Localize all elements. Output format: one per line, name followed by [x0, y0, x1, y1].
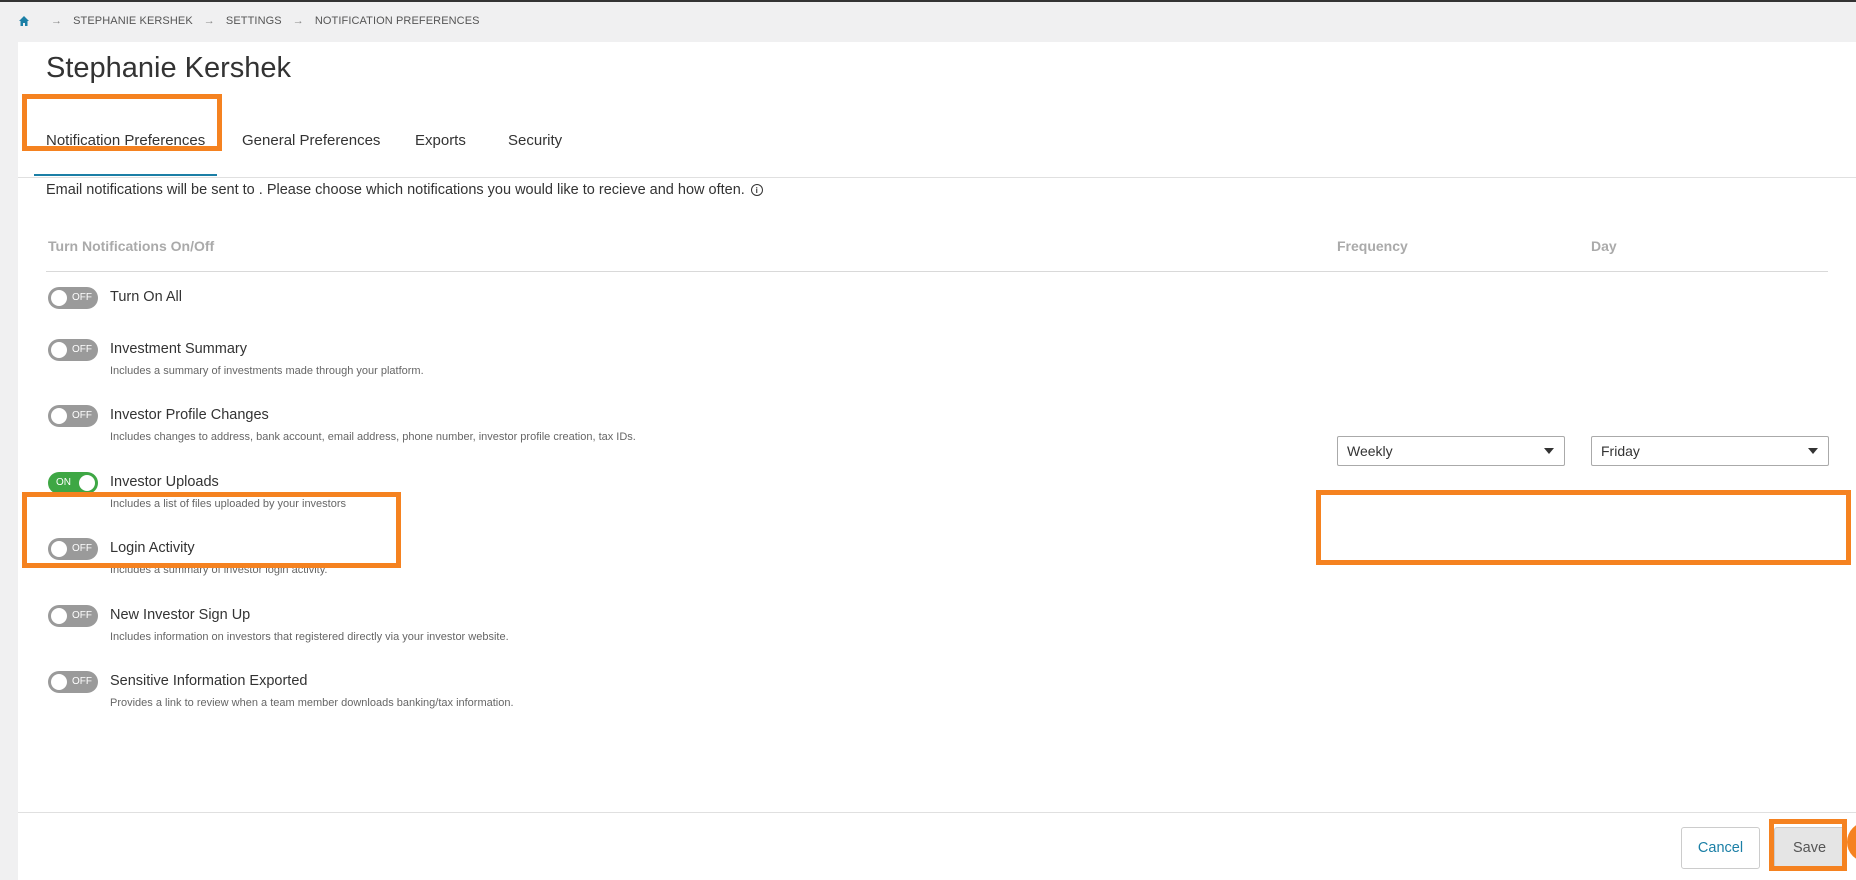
toggle-knob: [51, 290, 67, 306]
toggle-knob: [79, 475, 95, 491]
caret-down-icon: [1544, 448, 1554, 454]
toggle-state: OFF: [72, 292, 92, 303]
toggle-state: OFF: [72, 676, 92, 687]
frequency-value: Weekly: [1347, 443, 1393, 459]
breadcrumb-item-current: NOTIFICATION PREFERENCES: [314, 15, 480, 27]
day-value: Friday: [1601, 443, 1640, 459]
header-divider: [46, 271, 1828, 272]
frequency-select[interactable]: Weekly: [1337, 436, 1565, 466]
intro-message: Email notifications will be sent to . Pl…: [46, 182, 745, 198]
notification-label: Login Activity: [110, 540, 195, 556]
header-day: Day: [1591, 238, 1617, 254]
toggle-knob: [51, 342, 67, 358]
notification-description: Includes a summary of investments made t…: [110, 365, 424, 377]
tab-security[interactable]: Security: [508, 103, 562, 178]
toggle-sensitive-information-exported[interactable]: OFF: [48, 671, 98, 693]
header-toggle: Turn Notifications On/Off: [48, 238, 215, 254]
toggle-investor-uploads[interactable]: ON: [48, 472, 98, 494]
settings-card: Stephanie Kershek Notification Preferenc…: [18, 42, 1856, 880]
top-border: [0, 0, 1856, 2]
notification-description: Includes changes to address, bank accoun…: [110, 431, 636, 443]
notification-description: Includes a list of files uploaded by you…: [110, 498, 347, 510]
notification-label: Turn On All: [110, 289, 182, 305]
notification-description: Includes a summary of investor login act…: [110, 564, 328, 576]
notification-description: Provides a link to review when a team me…: [110, 697, 514, 709]
tab-notification-preferences[interactable]: Notification Preferences: [33, 103, 218, 178]
footer-divider: [18, 812, 1856, 813]
toggle-knob: [51, 541, 67, 557]
toggle-state: OFF: [72, 610, 92, 621]
info-icon[interactable]: i: [750, 184, 763, 196]
toggle-state: ON: [56, 477, 71, 488]
toggle-state: OFF: [72, 410, 92, 421]
notification-label: Investment Summary: [110, 341, 247, 357]
home-icon[interactable]: [18, 15, 30, 27]
toggle-login-activity[interactable]: OFF: [48, 538, 98, 560]
tab-general-preferences[interactable]: General Preferences: [242, 103, 380, 178]
save-button[interactable]: Save: [1774, 827, 1845, 869]
notification-description: Includes information on investors that r…: [110, 631, 509, 643]
toggle-new-investor-sign-up[interactable]: OFF: [48, 605, 98, 627]
notification-label: Sensitive Information Exported: [110, 673, 308, 689]
intro-text: Email notifications will be sent to . Pl…: [46, 182, 763, 198]
breadcrumb-item-user[interactable]: STEPHANIE KERSHEK: [73, 15, 193, 27]
breadcrumb: → STEPHANIE KERSHEK → SETTINGS → NOTIFIC…: [18, 13, 480, 29]
tab-exports[interactable]: Exports: [415, 103, 466, 178]
toggle-state: OFF: [72, 543, 92, 554]
page-title: Stephanie Kershek: [46, 52, 292, 84]
chevron-right-icon: →: [51, 15, 63, 27]
toggle-state: OFF: [72, 344, 92, 355]
notification-label: Investor Uploads: [110, 474, 219, 490]
toggle-investment-summary[interactable]: OFF: [48, 339, 98, 361]
chevron-right-icon: →: [203, 15, 215, 27]
header-frequency: Frequency: [1337, 238, 1408, 254]
caret-down-icon: [1808, 448, 1818, 454]
chevron-right-icon: →: [292, 15, 304, 27]
notification-label: New Investor Sign Up: [110, 607, 251, 623]
tab-bar: Notification Preferences General Prefere…: [18, 103, 1856, 178]
toggle-knob: [51, 408, 67, 424]
toggle-turn-on-all[interactable]: OFF: [48, 287, 98, 309]
breadcrumb-item-settings[interactable]: SETTINGS: [226, 15, 282, 27]
toggle-knob: [51, 608, 67, 624]
toggle-investor-profile-changes[interactable]: OFF: [48, 405, 98, 427]
toggle-knob: [51, 674, 67, 690]
day-select[interactable]: Friday: [1591, 436, 1829, 466]
notification-label: Investor Profile Changes: [110, 407, 269, 423]
cancel-button[interactable]: Cancel: [1681, 827, 1760, 869]
